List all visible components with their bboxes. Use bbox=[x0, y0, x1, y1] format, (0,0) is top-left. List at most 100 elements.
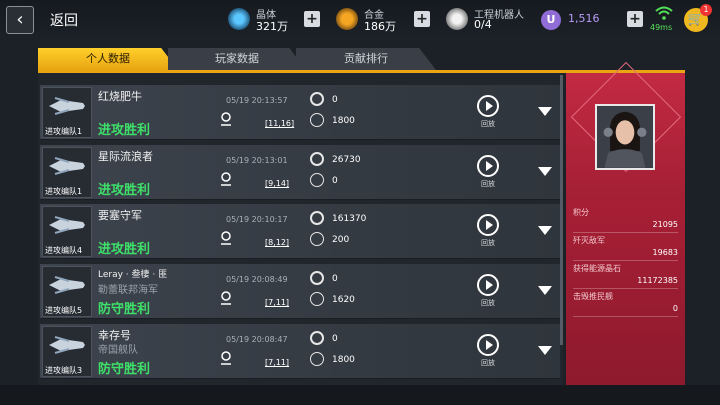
stat-label: 歼灭敌军 bbox=[573, 236, 605, 245]
defense-icon bbox=[310, 232, 324, 246]
battle-time: 05/19 20:08:49 bbox=[226, 275, 288, 284]
battle-result: 进攻胜利 bbox=[98, 242, 151, 257]
stat-top-value: 0 bbox=[332, 95, 338, 105]
stat-bottom-value: 200 bbox=[332, 235, 350, 245]
fleet-thumbnail: 进攻编队4 bbox=[42, 206, 92, 257]
expand-chevron-icon[interactable] bbox=[538, 107, 552, 116]
battle-record-list[interactable]: 进攻编队1 红烧肥牛 进攻胜利 05/19 20:13:57 [11,16] 0… bbox=[38, 73, 563, 385]
replay-play-icon[interactable] bbox=[477, 95, 499, 117]
profile-panel: 积分 21095 歼灭敌军 19683 获得能源晶石 11172385 击毁推民… bbox=[566, 61, 685, 385]
stat-bottom-value: 1620 bbox=[332, 295, 355, 305]
tab-contribution-ranking[interactable]: 贡献排行 bbox=[296, 48, 436, 70]
record-row[interactable]: 进攻编队3 幸存号 帝国舰队 防守胜利 05/19 20:08:47 [7,11… bbox=[40, 324, 560, 379]
record-row[interactable]: 进攻编队1 红烧肥牛 进攻胜利 05/19 20:13:57 [11,16] 0… bbox=[40, 85, 560, 140]
location-pin-icon bbox=[221, 351, 231, 365]
expand-chevron-icon[interactable] bbox=[538, 346, 552, 355]
crystal-value: 321万 bbox=[256, 20, 288, 33]
battle-time: 05/19 20:10:17 bbox=[226, 215, 288, 224]
expand-chevron-icon[interactable] bbox=[538, 286, 552, 295]
opponent-faction: 勒蕾联邦海军 bbox=[98, 285, 158, 296]
replay-label[interactable]: 回放 bbox=[481, 179, 495, 189]
opponent-name: Leray · 叁棲 · 匪 bbox=[98, 270, 168, 280]
replay-label[interactable]: 回放 bbox=[481, 238, 495, 248]
divider bbox=[573, 288, 678, 289]
fleet-label: 进攻编队3 bbox=[45, 366, 83, 375]
expand-chevron-icon[interactable] bbox=[538, 167, 552, 176]
attack-icon bbox=[310, 152, 324, 166]
opponent-faction: 帝国舰队 bbox=[98, 345, 138, 356]
fleet-thumbnail: 进攻编队5 bbox=[42, 266, 92, 317]
add-u-coin-button[interactable]: + bbox=[627, 11, 643, 27]
wifi-icon bbox=[655, 6, 673, 20]
add-alloy-button[interactable]: + bbox=[414, 11, 430, 27]
battle-result: 进攻胜利 bbox=[98, 123, 151, 138]
avatar bbox=[595, 104, 655, 170]
divider bbox=[573, 260, 678, 261]
stat-bottom-value: 0 bbox=[332, 176, 338, 186]
fleet-label: 进攻编队1 bbox=[45, 187, 83, 196]
replay-label[interactable]: 回放 bbox=[481, 298, 495, 308]
fleet-thumbnail: 进攻编队1 bbox=[42, 87, 92, 138]
replay-play-icon[interactable] bbox=[477, 334, 499, 356]
u-coin-value: 1,516 bbox=[568, 12, 600, 25]
cart-badge: 1 bbox=[700, 4, 712, 16]
opponent-name: 星际流浪者 bbox=[98, 150, 153, 163]
ping-text: 49ms bbox=[650, 23, 673, 32]
stat-value: 19683 bbox=[652, 248, 678, 257]
record-row[interactable]: 进攻编队1 星际流浪者 进攻胜利 05/19 20:13:01 [9,14] 2… bbox=[40, 145, 560, 200]
replay-play-icon[interactable] bbox=[477, 274, 499, 296]
stat-top-value: 161370 bbox=[332, 214, 367, 224]
tab-player-data[interactable]: 玩家数据 bbox=[168, 48, 306, 70]
expand-chevron-icon[interactable] bbox=[538, 226, 552, 235]
fleet-thumbnail: 进攻编队1 bbox=[42, 147, 92, 198]
spaceship-icon bbox=[49, 216, 85, 234]
location-pin-icon bbox=[221, 112, 231, 126]
divider bbox=[573, 316, 678, 317]
battle-time: 05/19 20:13:57 bbox=[226, 96, 288, 105]
stat-label: 获得能源晶石 bbox=[573, 264, 621, 273]
defense-icon bbox=[310, 292, 324, 306]
opponent-name: 红烧肥牛 bbox=[98, 90, 142, 103]
spaceship-icon bbox=[49, 276, 85, 294]
stat-top-value: 0 bbox=[332, 274, 338, 284]
stat-top-value: 26730 bbox=[332, 155, 361, 165]
spaceship-icon bbox=[49, 336, 85, 354]
stat-top-value: 0 bbox=[332, 334, 338, 344]
alloy-value: 186万 bbox=[364, 20, 396, 33]
stat-label: 积分 bbox=[573, 208, 589, 217]
replay-label[interactable]: 回放 bbox=[481, 119, 495, 129]
record-row[interactable]: 进攻编队4 要塞守军 进攻胜利 05/19 20:10:17 [8,12] 16… bbox=[40, 204, 560, 259]
fleet-label: 进攻编队4 bbox=[45, 246, 83, 255]
attack-icon bbox=[310, 271, 324, 285]
fleet-thumbnail: 进攻编队3 bbox=[42, 326, 92, 377]
record-row[interactable]: 进攻编队5 Leray · 叁棲 · 匪 勒蕾联邦海军 防守胜利 05/19 2… bbox=[40, 264, 560, 319]
replay-play-icon[interactable] bbox=[477, 214, 499, 236]
back-label[interactable]: 返回 bbox=[50, 10, 78, 30]
divider bbox=[573, 232, 678, 233]
stat-value: 0 bbox=[672, 304, 678, 313]
commander-portrait-icon bbox=[597, 106, 653, 168]
battle-time: 05/19 20:08:47 bbox=[226, 335, 288, 344]
stat-bottom-value: 1800 bbox=[332, 116, 355, 126]
battle-coordinate-link[interactable]: [9,14] bbox=[265, 179, 289, 188]
stat-value: 11172385 bbox=[637, 276, 678, 285]
battle-result: 进攻胜利 bbox=[98, 183, 151, 198]
replay-play-icon[interactable] bbox=[477, 155, 499, 177]
battle-coordinate-link[interactable]: [8,12] bbox=[265, 238, 289, 247]
tab-personal-data[interactable]: 个人数据 bbox=[38, 48, 178, 70]
crystal-icon bbox=[228, 8, 250, 30]
spaceship-icon bbox=[49, 97, 85, 115]
stat-value: 21095 bbox=[652, 220, 678, 229]
location-pin-icon bbox=[221, 291, 231, 305]
list-scrollbar[interactable] bbox=[560, 75, 563, 345]
battle-coordinate-link[interactable]: [7,11] bbox=[265, 358, 289, 367]
back-button[interactable]: ‹ bbox=[6, 6, 34, 34]
replay-label[interactable]: 回放 bbox=[481, 358, 495, 368]
add-crystal-button[interactable]: + bbox=[304, 11, 320, 27]
robot-value: 0/4 bbox=[474, 18, 492, 31]
battle-coordinate-link[interactable]: [7,11] bbox=[265, 298, 289, 307]
top-bar: ‹ 返回 晶体 321万 + 合金 186万 + 工程机器人 0/4 U 1,5… bbox=[0, 0, 720, 40]
battle-coordinate-link[interactable]: [11,16] bbox=[265, 119, 294, 128]
avatar-frame bbox=[566, 61, 685, 201]
attack-icon bbox=[310, 92, 324, 106]
